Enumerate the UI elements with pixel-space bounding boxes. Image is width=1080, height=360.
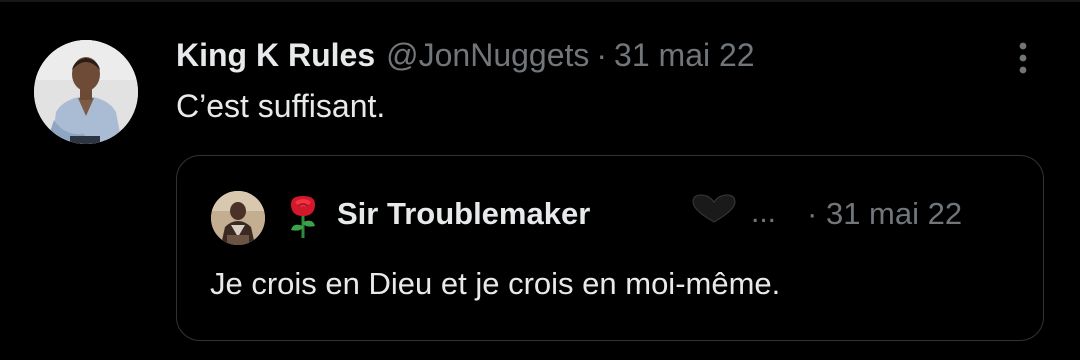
name-truncation: ... [751,196,777,229]
quoted-tweet-card[interactable]: Sir Troublemaker ... · 31 mai 22 Je croi… [176,155,1044,341]
quoted-tweet-date[interactable]: · 31 mai 22 [807,196,962,232]
author-handle[interactable]: @JonNuggets [386,37,589,74]
author-avatar[interactable] [34,40,138,144]
separator-dot: · [596,36,608,73]
top-divider [0,0,1080,2]
separator-dot: · [807,196,818,231]
rose-emoji-icon [285,194,321,238]
quoted-date-value: 31 mai 22 [825,196,963,231]
quoted-author-display-name[interactable]: Sir Troublemaker [337,196,590,232]
tweet-date[interactable]: 31 mai 22 [614,37,755,74]
quoted-tweet-text: Je crois en Dieu et je crois en moi-même… [210,266,781,301]
tweet-text: C’est suffisant. [176,88,386,124]
more-vertical-icon[interactable] [1008,38,1038,78]
author-display-name[interactable]: King K Rules [176,37,375,74]
quoted-author-avatar[interactable] [211,191,265,245]
tweet-header: King K Rules @JonNuggets · 31 mai 22 [176,34,755,76]
black-heart-emoji-icon [689,194,739,224]
